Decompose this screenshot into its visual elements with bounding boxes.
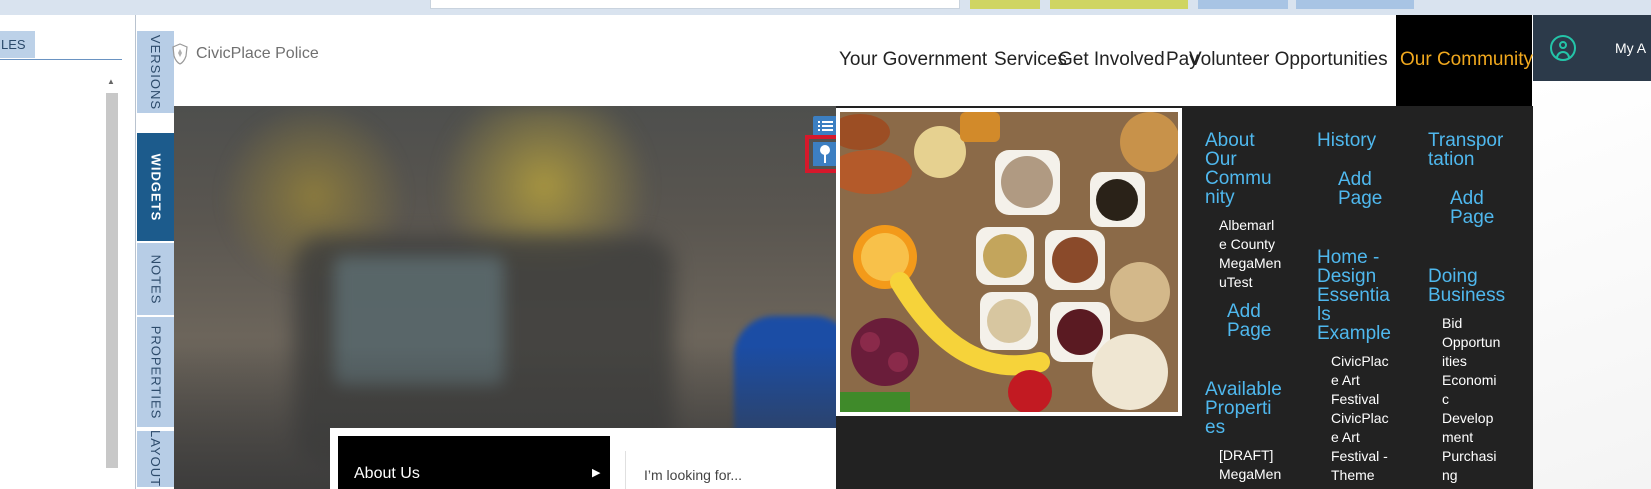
- panel-border: [135, 15, 136, 489]
- food-photo-image: [840, 112, 1178, 412]
- nav-your-government[interactable]: Your Government: [839, 49, 987, 71]
- page-background-right: [1533, 81, 1651, 489]
- top-toolbar: [0, 0, 1651, 15]
- panel-divider: [0, 59, 122, 60]
- about-us-label: About Us: [354, 465, 420, 482]
- toolbar-button-2[interactable]: [1050, 0, 1188, 9]
- tab-versions[interactable]: VERSIONS: [137, 31, 174, 115]
- add-page-link[interactable]: Add Page: [1450, 189, 1494, 227]
- menu-heading-transportation[interactable]: Transpor tation: [1428, 131, 1503, 169]
- menu-heading-history[interactable]: History: [1317, 131, 1376, 150]
- menu-item-megamenu-test[interactable]: Albemarl e County MegaMen uTest: [1219, 216, 1281, 292]
- site-name[interactable]: CivicPlace Police: [196, 45, 319, 63]
- add-page-link[interactable]: Add Page: [1227, 302, 1271, 340]
- user-account-icon[interactable]: [1550, 35, 1576, 61]
- nav-volunteer-opportunities[interactable]: Volunteer Opportunities: [1189, 49, 1397, 71]
- editor-side-rail: VERSIONS WIDGETS NOTES PROPERTIES LAYOUT: [137, 15, 174, 489]
- toolbar-button-3[interactable]: [1198, 0, 1288, 9]
- toolbar-button-1[interactable]: [970, 0, 1040, 9]
- nav-our-community[interactable]: Our Community: [1400, 49, 1533, 71]
- my-account-label[interactable]: My A: [1615, 40, 1646, 56]
- left-pages-panel: LES ▲: [0, 15, 136, 489]
- nav-get-involved[interactable]: Get Involved: [1058, 49, 1165, 71]
- tab-notes[interactable]: NOTES: [137, 243, 174, 317]
- nav-services[interactable]: Services: [994, 49, 1067, 71]
- tab-properties[interactable]: PROPERTIES: [137, 317, 174, 429]
- menu-heading-doing-business[interactable]: Doing Business: [1428, 267, 1505, 305]
- panel-scrollbar[interactable]: [106, 93, 118, 468]
- toolbar-button-4[interactable]: [1296, 0, 1414, 9]
- menu-item-art-festival[interactable]: CivicPlac e Art Festival CivicPlac e Art…: [1331, 352, 1389, 485]
- menu-heading-about-our-community[interactable]: About Our Commu nity: [1205, 131, 1272, 207]
- badge-logo-icon: [172, 43, 188, 65]
- tab-layout[interactable]: LAYOUT: [137, 430, 174, 489]
- add-page-link[interactable]: Add Page: [1338, 170, 1382, 208]
- scroll-up-arrow-icon[interactable]: ▲: [104, 77, 118, 89]
- toolbar-input[interactable]: [430, 0, 960, 9]
- list-widget-icon[interactable]: [813, 116, 837, 136]
- tab-widgets[interactable]: WIDGETS: [137, 133, 174, 243]
- search-placeholder[interactable]: I’m looking for...: [644, 467, 742, 483]
- menu-item-doing-business-links[interactable]: Bid Opportun ities Economi c Develop men…: [1442, 314, 1500, 485]
- menu-item-draft-megamenu[interactable]: [DRAFT] MegaMen: [1219, 446, 1281, 484]
- menu-heading-design-essentials[interactable]: Home - Design Essentia ls Example: [1317, 248, 1391, 343]
- pages-tab[interactable]: LES: [0, 31, 35, 58]
- triangle-right-icon: ▶: [592, 467, 601, 479]
- menu-heading-available-properties[interactable]: Available Properti es: [1205, 380, 1282, 437]
